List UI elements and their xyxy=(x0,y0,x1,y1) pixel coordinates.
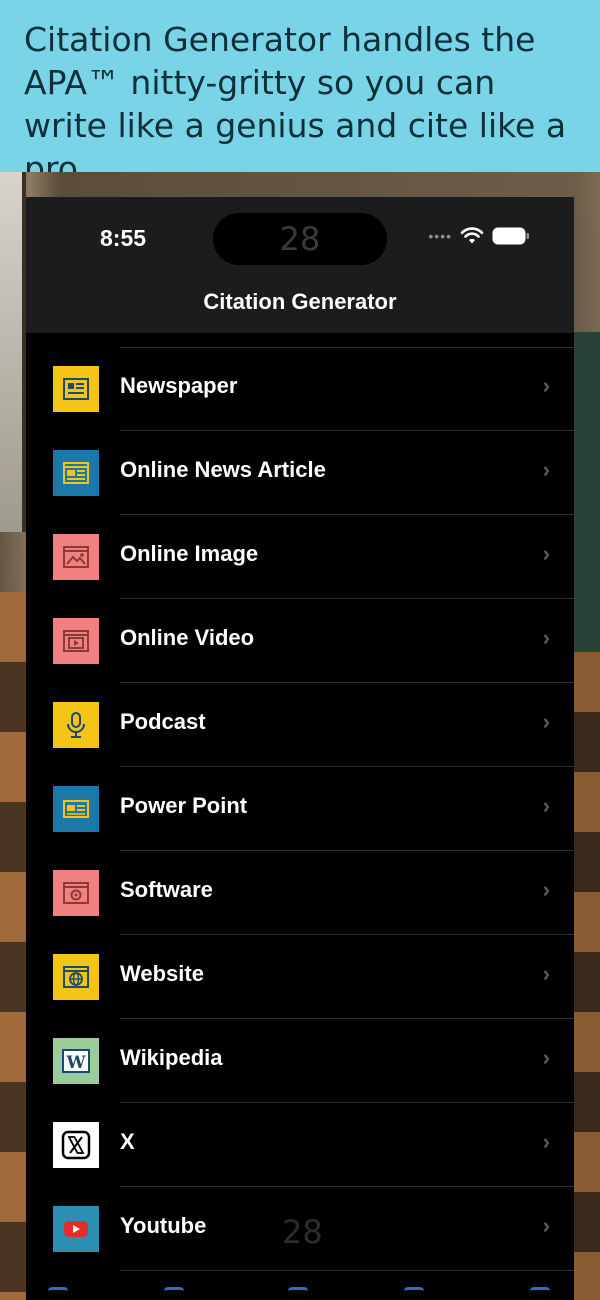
x-logo-icon xyxy=(53,1122,99,1168)
tab-item[interactable] xyxy=(48,1287,68,1300)
youtube-icon xyxy=(53,1206,99,1252)
tab-item[interactable] xyxy=(288,1287,308,1300)
tab-item[interactable] xyxy=(404,1287,424,1300)
news-article-icon xyxy=(53,450,99,496)
chevron-right-icon: › xyxy=(542,1045,550,1070)
list-item-label: Youtube xyxy=(120,1213,207,1238)
list-item-software[interactable]: Software › xyxy=(26,851,574,935)
background-desks-right xyxy=(574,652,600,1300)
gear-window-icon xyxy=(53,870,99,916)
list-item-label: Online Video xyxy=(120,625,255,650)
island-label: 28 xyxy=(279,220,321,258)
list-item-online-news-article[interactable]: Online News Article › xyxy=(26,431,574,515)
wifi-icon xyxy=(460,227,484,244)
list-item-label: Newspaper xyxy=(120,373,238,398)
wikipedia-icon: W xyxy=(53,1038,99,1084)
background-desks-left xyxy=(0,592,26,1300)
overlay-label: 28 xyxy=(282,1213,323,1251)
list-item-podcast[interactable]: Podcast › xyxy=(26,683,574,767)
list-item-x[interactable]: X › xyxy=(26,1103,574,1187)
list-item-label: Online News Article xyxy=(120,457,326,482)
list-item-wikipedia[interactable]: W Wikipedia › xyxy=(26,1019,574,1103)
list-separator xyxy=(120,1270,574,1271)
nav-title: Citation Generator xyxy=(203,289,397,314)
list-item-website[interactable]: Website › xyxy=(26,935,574,1019)
list-item-label: Website xyxy=(120,961,204,986)
image-icon xyxy=(53,534,99,580)
tab-item[interactable] xyxy=(164,1287,184,1300)
chevron-right-icon: › xyxy=(542,1213,550,1238)
newspaper-icon xyxy=(53,366,99,412)
list-item-label: Software xyxy=(120,877,213,902)
microphone-icon xyxy=(53,702,99,748)
list-item-label: Wikipedia xyxy=(120,1045,223,1070)
chevron-right-icon: › xyxy=(542,541,550,566)
presentation-icon xyxy=(53,786,99,832)
list-item-newspaper[interactable]: Newspaper › xyxy=(26,347,574,431)
navigation-header: 8:55 28 •••• Citation Generator xyxy=(26,197,574,333)
promo-text: Citation Generator handles the APA™ nitt… xyxy=(24,20,567,188)
list-item-label: Online Image xyxy=(120,541,259,566)
list-item-power-point[interactable]: Power Point › xyxy=(26,767,574,851)
list-item-label: X xyxy=(120,1129,135,1154)
list-item-label: Podcast xyxy=(120,709,206,734)
background-chalkboard xyxy=(574,332,600,652)
tab-item[interactable] xyxy=(530,1287,550,1300)
battery-icon xyxy=(492,227,529,245)
chevron-right-icon: › xyxy=(542,1129,550,1154)
chevron-right-icon: › xyxy=(542,961,550,986)
chevron-right-icon: › xyxy=(542,457,550,482)
phone-screen: 8:55 28 •••• Citation Generator Newspape… xyxy=(26,197,574,1300)
cellular-signal-icon: •••• xyxy=(428,228,452,244)
chevron-right-icon: › xyxy=(542,709,550,734)
status-time: 8:55 xyxy=(100,225,147,251)
chevron-right-icon: › xyxy=(542,877,550,902)
video-icon xyxy=(53,618,99,664)
svg-text:W: W xyxy=(65,1053,86,1073)
status-icons: •••• xyxy=(428,227,530,245)
chevron-right-icon: › xyxy=(542,793,550,818)
list-item-label: Power Point xyxy=(120,793,248,818)
background-window xyxy=(0,172,26,532)
tab-bar xyxy=(26,1287,574,1300)
chevron-right-icon: › xyxy=(542,373,550,398)
chevron-right-icon: › xyxy=(542,625,550,650)
list-item-online-video[interactable]: Online Video › xyxy=(26,599,574,683)
globe-window-icon xyxy=(53,954,99,1000)
promo-banner: Citation Generator handles the APA™ nitt… xyxy=(0,0,600,188)
list-item-online-image[interactable]: Online Image › xyxy=(26,515,574,599)
dynamic-island: 28 xyxy=(213,213,387,265)
